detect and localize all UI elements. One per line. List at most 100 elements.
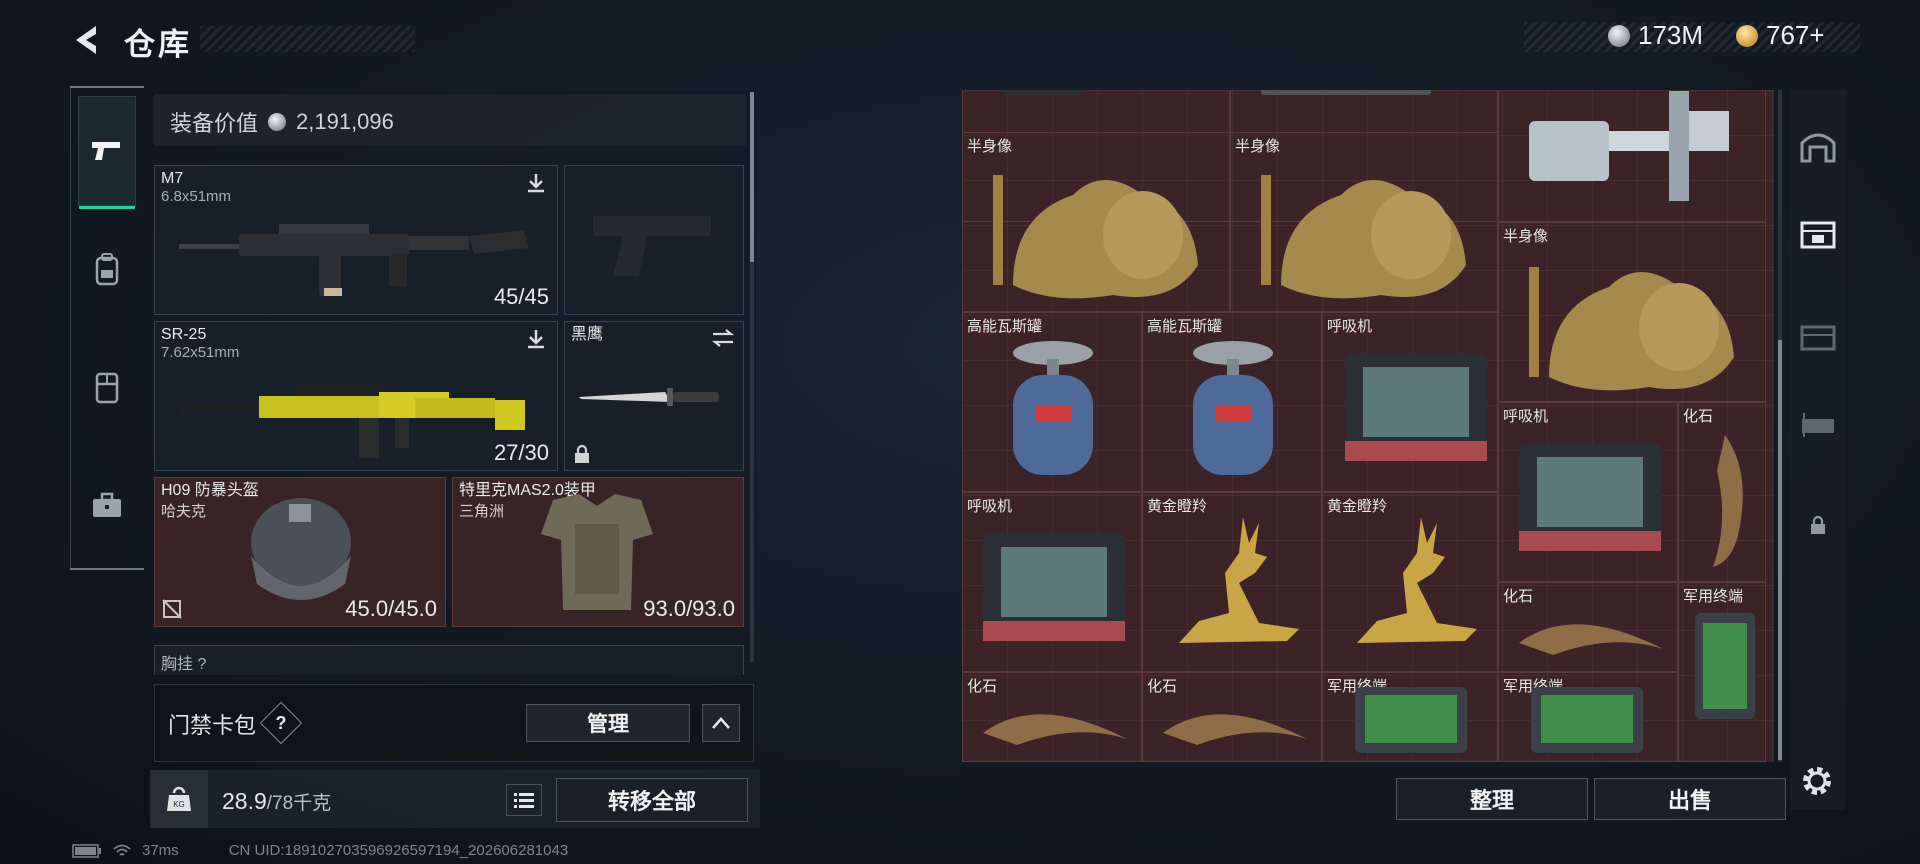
silver-coin-icon xyxy=(268,113,287,131)
status-row: 37ms CN UID:189102703596926597194_202606… xyxy=(72,842,568,859)
list-icon xyxy=(514,793,534,808)
item-name: 呼吸机 xyxy=(967,498,1013,515)
ammo-count: 45/45 xyxy=(493,284,549,309)
melee-slot[interactable]: 黑鹰 xyxy=(564,321,744,471)
storage-item[interactable]: 军用终端 xyxy=(1498,672,1678,762)
gold-currency[interactable]: 767+ xyxy=(1736,20,1825,51)
military-terminal-image xyxy=(1695,613,1755,719)
kettlebell-icon: KG xyxy=(167,786,191,811)
storage-tab-4[interactable] xyxy=(1792,380,1844,470)
weapon-name: SR-25 xyxy=(161,326,207,343)
storage-item[interactable]: 黄金瞪羚 xyxy=(1322,492,1498,672)
rail-item-weapons[interactable] xyxy=(78,96,136,209)
gas-tank-image xyxy=(1013,341,1093,475)
equipment-value-label: 装备价值 xyxy=(170,111,259,136)
helmet-slot[interactable]: H09 防暴头盔 哈夫克 45.0/45.0 xyxy=(154,477,446,627)
item-name: 半身像 xyxy=(1235,138,1281,155)
melee-name: 黑鹰 xyxy=(571,326,604,343)
storage-item[interactable]: 化石 xyxy=(1498,582,1678,672)
storage-item[interactable]: 黄金瞪羚 xyxy=(1142,492,1322,672)
storage-item[interactable]: 半身像 xyxy=(1230,132,1498,312)
manage-button[interactable]: 管理 xyxy=(526,704,690,742)
equipment-value-amount: 2,191,096 xyxy=(296,109,394,134)
title-decoration xyxy=(200,26,415,52)
knife-image xyxy=(579,388,719,406)
armor-brand: 三角洲 xyxy=(459,503,505,520)
silver-amount: 173M xyxy=(1638,20,1704,50)
bust-image xyxy=(993,175,1198,299)
wifi-icon xyxy=(113,844,131,856)
equipment-scroll-thumb[interactable] xyxy=(750,92,754,262)
transfer-all-button[interactable]: 转移全部 xyxy=(556,778,748,822)
weight-icon-box: KG xyxy=(150,770,208,828)
chevron-up-icon xyxy=(712,717,730,729)
collapse-button[interactable] xyxy=(702,704,740,742)
ventilator-image xyxy=(1519,443,1661,551)
storage-item[interactable]: 军用终端 xyxy=(1678,582,1766,762)
storage-item-partial[interactable] xyxy=(1498,90,1766,222)
item-image xyxy=(1261,90,1431,95)
weight-readout: 28.9/78千克 xyxy=(222,788,331,815)
chest-rig-label: 胸挂 ? xyxy=(161,656,207,673)
no-insure-icon xyxy=(162,599,182,619)
storage-item[interactable]: 化石 xyxy=(1678,402,1766,582)
gas-tank-image xyxy=(1193,341,1273,475)
rail-divider-bottom xyxy=(70,568,144,570)
storage-item[interactable]: 呼吸机 xyxy=(962,492,1142,672)
storage-tab-locked[interactable] xyxy=(1792,480,1844,570)
download-icon[interactable] xyxy=(525,172,547,194)
gold-coin-icon xyxy=(1736,24,1758,47)
briefcase-icon xyxy=(93,492,121,517)
storage-item[interactable]: 化石 xyxy=(962,672,1142,762)
chest-rig-slot[interactable]: 胸挂 ? xyxy=(154,645,744,675)
settings-gear-icon[interactable] xyxy=(1798,762,1836,800)
sort-button[interactable]: 整理 xyxy=(1396,778,1588,820)
storage-item[interactable]: 军用终端 xyxy=(1322,672,1498,762)
weight-current: 28.9 xyxy=(222,788,267,814)
sell-button[interactable]: 出售 xyxy=(1594,778,1786,820)
silver-currency: 173M xyxy=(1608,20,1703,51)
storage-grid: 半身像 半身像 半身像 高能瓦斯罐 高能瓦斯罐 呼吸机 呼吸机 化石 呼吸机 黄… xyxy=(962,90,1774,762)
vest-icon xyxy=(95,372,119,404)
storage-item[interactable]: 呼吸机 xyxy=(1322,312,1498,492)
secondary-weapon-slot[interactable]: SR-25 7.62x51mm 27/30 xyxy=(154,321,558,471)
item-image xyxy=(1529,91,1729,201)
gun-rack-icon xyxy=(1802,413,1834,437)
storage-item[interactable]: 化石 xyxy=(1142,672,1322,762)
durability: 45.0/45.0 xyxy=(345,596,437,621)
swap-icon[interactable] xyxy=(711,328,735,348)
battery-icon xyxy=(72,843,101,858)
download-icon[interactable] xyxy=(525,328,547,350)
storage-tab-1[interactable] xyxy=(1792,100,1844,190)
helmet-image xyxy=(251,498,351,600)
storage-tab-2[interactable] xyxy=(1792,190,1844,280)
backpack-icon xyxy=(95,253,119,286)
fossil-image xyxy=(1163,714,1307,745)
storage-item[interactable]: 高能瓦斯罐 xyxy=(962,312,1142,492)
storage-scroll-thumb[interactable] xyxy=(1778,340,1782,760)
storage-item[interactable]: 半身像 xyxy=(1498,222,1766,402)
storage-item[interactable]: 半身像 xyxy=(962,132,1230,312)
durability: 93.0/93.0 xyxy=(643,596,735,621)
sidearm-slot[interactable] xyxy=(564,165,744,315)
box-icon xyxy=(1800,325,1836,351)
rail-item-briefcase[interactable] xyxy=(78,450,136,560)
fossil-image xyxy=(983,714,1127,745)
list-view-button[interactable] xyxy=(506,784,542,816)
golden-gazelle-image xyxy=(1179,517,1299,643)
item-name: 半身像 xyxy=(1503,228,1549,245)
storage-item[interactable]: 呼吸机 xyxy=(1498,402,1678,582)
fossil-image xyxy=(1713,435,1743,567)
military-terminal-image xyxy=(1531,687,1643,753)
storage-tab-3[interactable] xyxy=(1792,290,1844,380)
primary-weapon-slot[interactable]: M7 6.8x51mm 45/45 xyxy=(154,165,558,315)
ping-text: 37ms xyxy=(142,842,179,859)
back-arrow-icon[interactable] xyxy=(70,22,106,58)
rail-item-backpack[interactable] xyxy=(78,214,136,324)
rail-item-vest[interactable] xyxy=(78,332,136,442)
storage-item[interactable]: 高能瓦斯罐 xyxy=(1142,312,1322,492)
svg-text:KG: KG xyxy=(173,800,185,809)
item-name: 军用终端 xyxy=(1683,588,1744,605)
helmet-brand: 哈夫克 xyxy=(161,503,207,520)
armor-slot[interactable]: 特里克MAS2.0装甲 三角洲 93.0/93.0 xyxy=(452,477,744,627)
